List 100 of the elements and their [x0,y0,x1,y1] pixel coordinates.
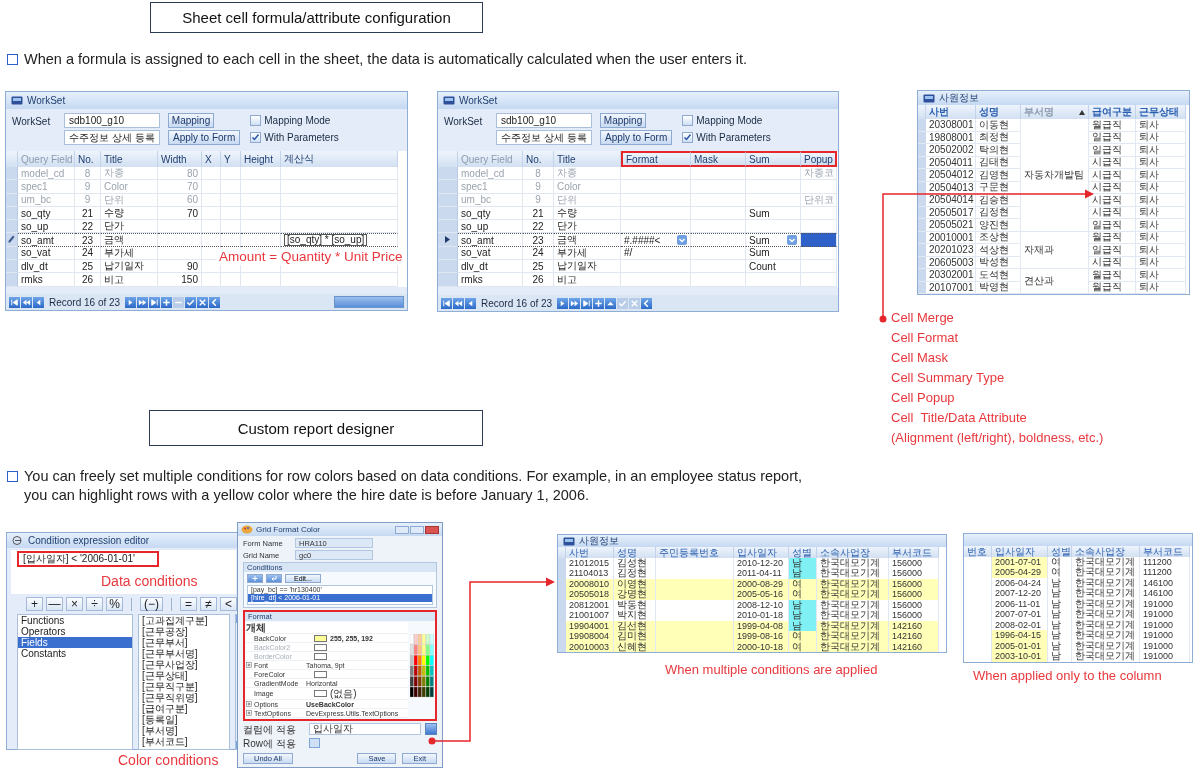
column-header[interactable]: Popup [801,151,837,167]
column-header[interactable]: 사번 [566,547,614,558]
next-page-button[interactable] [137,296,149,308]
column-field[interactable]: 입사일자 [309,723,421,735]
previous-page-button[interactable] [453,297,464,309]
checkbox[interactable] [682,132,694,143]
previous-record-button[interactable] [33,296,44,308]
column-header[interactable]: Title [101,151,158,167]
list-item[interactable]: [부서명] [139,725,229,736]
table-cell[interactable]: 단가 [101,220,158,234]
table-cell[interactable]: 비고 [554,273,621,287]
table-cell[interactable]: so_vat [458,246,523,261]
confirm-button[interactable] [185,296,197,308]
expand-icon[interactable] [246,662,252,668]
cancel-button[interactable] [197,296,209,308]
apply-button[interactable]: Apply to Form [600,130,673,145]
workset-field[interactable]: sdb100_g10 [64,113,160,128]
list-item[interactable]: [근무직위명] [139,692,229,703]
expression-area[interactable]: [입사일자] < '2006-01-01' Data conditions [11,550,236,594]
operator-button[interactable]: ≠ [200,597,217,611]
table-cell[interactable]: so_up [18,220,75,234]
table-cell[interactable]: #.####< [621,233,691,247]
back-button[interactable] [641,297,653,309]
column-header[interactable]: X [202,151,221,167]
table-cell[interactable]: 23 [75,233,101,247]
table-cell[interactable]: so_vat [18,246,75,261]
color-palette-drawing[interactable] [410,634,434,698]
table-cell[interactable] [158,233,202,247]
column-header[interactable]: 사번 [926,105,976,119]
table-cell[interactable]: 납기일자 [554,260,621,274]
table-cell[interactable]: 금액 [101,233,158,247]
column-header[interactable]: 소속사업장 [1072,546,1140,557]
column-header[interactable]: 주민등록번호 [656,547,734,558]
table-cell[interactable]: [so_qty] * [so_up] [281,233,398,247]
table-cell[interactable]: Sum [746,206,801,221]
operator-button[interactable]: (−) [140,597,163,611]
mapping-button[interactable]: Mapping [168,113,214,128]
operator-button[interactable]: × [66,597,83,611]
table-cell[interactable] [691,233,746,247]
operator-button[interactable]: = [180,597,197,611]
table-cell[interactable]: 24 [75,246,101,261]
checkbox[interactable] [309,738,320,748]
table-cell[interactable]: Sum [746,233,801,247]
add-condition-button[interactable] [247,574,263,583]
table-cell[interactable]: Sum [746,246,801,261]
column-header[interactable]: Width [158,151,202,167]
column-header[interactable]: Mask [691,151,746,167]
table-cell[interactable] [241,233,281,247]
table-cell[interactable]: 26 [75,273,101,287]
table-cell[interactable]: so_amt [458,233,523,247]
row-header[interactable] [6,233,18,247]
table-cell[interactable] [801,233,837,247]
first-record-button[interactable] [441,297,452,309]
list-item[interactable]: [부서코드] [139,736,229,747]
table-cell[interactable]: 납기일자 [101,260,158,274]
add-record-button[interactable] [593,297,605,309]
table-cell[interactable]: 수량 [554,206,621,221]
list-item[interactable]: Fields [18,637,132,648]
mapping-button[interactable]: Mapping [600,113,646,128]
table-cell[interactable] [202,233,221,247]
apply-button[interactable]: Apply to Form [168,130,241,145]
expand-icon[interactable] [246,701,252,707]
list-item[interactable]: [근무부서명] [139,648,229,659]
column-header[interactable]: 부서코드 [889,547,939,558]
list-item[interactable]: Operators [18,626,132,637]
list-item[interactable]: [급여구분] [139,703,229,714]
column-header[interactable]: Sum [746,151,801,167]
column-header[interactable]: Y [221,151,241,167]
column-header[interactable]: 소속사업장 [817,547,889,558]
table-cell[interactable]: dlv_dt [458,260,523,274]
table-cell[interactable]: so_qty [18,206,75,221]
column-header[interactable]: No. [523,151,554,167]
list-item[interactable]: [고과집계구분] [139,615,229,626]
checkbox[interactable] [250,132,262,143]
next-page-button[interactable] [569,297,581,309]
row-header[interactable] [438,233,458,247]
list-item[interactable]: Functions [18,615,132,626]
checkbox[interactable] [250,115,262,126]
table-cell[interactable]: so_qty [458,206,523,221]
column-header[interactable]: 번호 [964,546,992,557]
table-cell[interactable]: 부가세 [554,246,621,261]
color-swatch[interactable] [314,670,327,678]
column-header[interactable]: Height [241,151,281,167]
list-item[interactable]: [근무공장] [139,626,229,637]
scrollbar[interactable] [334,296,404,308]
table-cell[interactable]: 금액 [554,233,621,247]
table-cell[interactable]: #/ [621,246,691,261]
table-cell[interactable]: 150 [158,273,202,287]
picker-button[interactable] [425,723,437,735]
column-header[interactable]: Format [621,151,691,167]
title-field[interactable]: 수주정보 상세 등록 [64,130,160,145]
table-cell[interactable]: 26 [523,273,554,287]
list-item[interactable]: [등록일] [139,714,229,725]
title-field[interactable]: 수주정보 상세 등록 [496,130,592,145]
operator-button[interactable]: % [106,597,123,611]
close-button[interactable] [425,525,439,534]
column-header[interactable]: 근무상태 [1136,105,1186,119]
column-header[interactable]: 급여구분 [1089,105,1136,119]
expand-icon[interactable] [246,710,252,716]
operator-button[interactable]: + [26,597,43,611]
